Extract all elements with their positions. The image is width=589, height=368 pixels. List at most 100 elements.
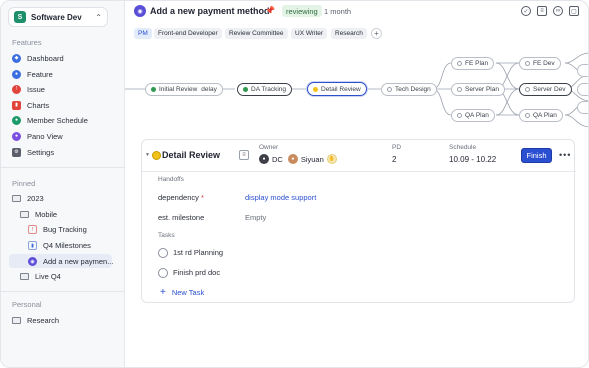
schedule-label: Schedule xyxy=(449,144,477,151)
sidebar: S Software Dev ⌃ Features ◆ Dashboard ● … xyxy=(1,1,125,367)
clock-icon[interactable]: ✓ xyxy=(521,6,531,16)
add-owner-icon[interactable]: ✋ xyxy=(326,154,337,164)
more-options-icon[interactable]: ••• xyxy=(559,150,571,160)
flow-node-offscreen[interactable] xyxy=(577,83,588,96)
flow-node-tech-design[interactable]: Tech Design xyxy=(381,83,437,96)
pinned-item-label: Q4 Milestones xyxy=(43,241,91,250)
new-task-button[interactable]: + New Task xyxy=(160,287,204,298)
flow-node-offscreen[interactable] xyxy=(577,101,588,114)
sidebar-item-dashboard[interactable]: ◆ Dashboard xyxy=(12,52,64,64)
collapse-caret-icon[interactable]: ▼ xyxy=(145,152,150,158)
task-item[interactable]: Finish prd doc xyxy=(158,267,220,278)
sidebar-item-label: Dashboard xyxy=(27,53,64,63)
avatar: ● xyxy=(287,154,298,164)
pinned-folder-mobile[interactable]: Mobile xyxy=(20,208,57,221)
pinned-item-bug-tracking[interactable]: ! Bug Tracking xyxy=(28,223,87,236)
folder-label: Live Q4 xyxy=(35,272,61,281)
pinned-item-add-payment[interactable]: ◉ Add a new paymen... xyxy=(28,255,113,268)
flow-node-da-tracking[interactable]: DA Tracking xyxy=(237,83,293,96)
done-status-dot xyxy=(151,87,156,92)
flow-node-fe-plan[interactable]: FE Plan xyxy=(451,57,495,70)
node-label: QA Plan xyxy=(465,112,489,119)
stage-name: Detail Review xyxy=(162,150,221,160)
role-tag[interactable]: Review Committee xyxy=(225,28,288,39)
add-tag-button[interactable]: + xyxy=(371,28,382,39)
dependency-label: dependency * xyxy=(158,193,204,202)
task-item[interactable]: 1st rd Planning xyxy=(158,247,223,258)
owner-label: Owner xyxy=(259,144,279,151)
role-tag[interactable]: PM xyxy=(134,28,152,39)
link-icon[interactable]: ∞ xyxy=(553,6,563,16)
owner-name: DC xyxy=(272,154,283,164)
task-checkbox[interactable] xyxy=(158,267,168,278)
flow-node-fe-dev[interactable]: FE Dev xyxy=(519,57,561,70)
dependency-label-text: dependency xyxy=(158,193,199,202)
stage-status-icon xyxy=(152,151,161,160)
workspace-name: Software Dev xyxy=(31,12,82,22)
status-badge[interactable]: reviewing xyxy=(282,5,322,17)
node-label: Detail Review xyxy=(321,85,361,93)
flow-node-qa-plan-2[interactable]: QA Plan xyxy=(519,109,563,122)
workspace-switcher[interactable]: S Software Dev ⌃ xyxy=(8,7,108,27)
expand-icon[interactable]: ▢ xyxy=(569,6,579,16)
folder-icon xyxy=(20,211,29,218)
milestone-label: est. milestone xyxy=(158,213,205,222)
milestone-value[interactable]: Empty xyxy=(245,213,266,222)
node-label: QA Plan xyxy=(533,112,557,119)
pending-status-dot xyxy=(457,87,462,92)
sidebar-item-label: Charts xyxy=(27,100,50,110)
sidebar-item-charts[interactable]: ▮ Charts xyxy=(12,99,49,111)
flow-node-server-dev[interactable]: Server Dev xyxy=(519,83,572,96)
document-icon[interactable]: ≡ xyxy=(537,6,547,16)
chevron-updown-icon: ⌃ xyxy=(95,12,102,22)
sidebar-item-issue[interactable]: ! Issue xyxy=(12,83,45,95)
stage-list-icon[interactable]: ≡ xyxy=(239,150,249,160)
sidebar-item-feature[interactable]: ● Feature xyxy=(12,68,53,80)
pinned-item-label: Bug Tracking xyxy=(43,225,87,234)
sidebar-item-settings[interactable]: ⚙ Settings xyxy=(12,146,54,158)
plus-icon: + xyxy=(160,287,166,298)
pinned-section-title: Pinned xyxy=(12,179,36,188)
node-label: Initial Review xyxy=(159,86,198,93)
app-window: S Software Dev ⌃ Features ◆ Dashboard ● … xyxy=(0,0,589,368)
role-tag[interactable]: Front-end Developer xyxy=(154,28,222,39)
flow-node-qa-plan[interactable]: QA Plan xyxy=(451,109,495,122)
folder-label: Mobile xyxy=(35,210,58,219)
role-tag[interactable]: UX Writer xyxy=(291,28,328,39)
personal-folder-research[interactable]: Research xyxy=(12,314,59,327)
folder-label: 2023 xyxy=(27,194,44,203)
pinned-folder-2023[interactable]: 2023 xyxy=(12,192,44,205)
milestone-icon: ▮ xyxy=(28,241,37,250)
flow-node-server-plan[interactable]: Server Plan xyxy=(451,83,505,96)
flow-node-offscreen[interactable] xyxy=(577,64,588,77)
flow-node-initial-review[interactable]: Initial Review delay xyxy=(145,83,223,96)
owner-list[interactable]: ● DC ● Siyuan ✋ xyxy=(259,154,340,164)
pending-status-dot xyxy=(525,87,530,92)
sidebar-item-member-schedule[interactable]: ● Member Schedule xyxy=(12,114,88,126)
node-label: FE Dev xyxy=(533,60,555,67)
role-tag[interactable]: Research xyxy=(331,28,367,39)
node-label: Server Plan xyxy=(465,86,499,93)
task-label: 1st rd Planning xyxy=(173,248,224,257)
pinned-item-q4-milestones[interactable]: ▮ Q4 Milestones xyxy=(28,239,91,252)
pinned-folder-live-q4[interactable]: Live Q4 xyxy=(20,270,61,283)
schedule-value[interactable]: 10.09 - 10.22 xyxy=(449,155,496,164)
dependency-value[interactable]: display mode support xyxy=(245,193,316,202)
finish-button[interactable]: Finish xyxy=(521,148,552,163)
sidebar-item-pano-view[interactable]: ● Pano View xyxy=(12,130,63,142)
duration-label: 1 month xyxy=(324,7,352,16)
settings-icon: ⚙ xyxy=(12,147,21,157)
pending-status-dot xyxy=(457,61,462,66)
task-checkbox[interactable] xyxy=(158,247,168,258)
node-label: Tech Design xyxy=(395,86,431,93)
page-title: Add a new payment method xyxy=(150,6,270,16)
node-label: FE Plan xyxy=(465,60,489,67)
pd-value[interactable]: 2 xyxy=(392,155,396,164)
sidebar-divider xyxy=(1,291,125,292)
flow-node-detail-review[interactable]: Detail Review xyxy=(307,82,367,96)
pending-status-dot xyxy=(457,113,462,118)
in-progress-status-dot xyxy=(313,86,318,92)
pin-icon[interactable]: 📌 xyxy=(265,6,275,15)
folder-icon xyxy=(12,317,21,324)
stage-detail-card: ▼ Detail Review ≡ Owner ● DC ● Siyuan ✋ … xyxy=(141,139,576,303)
